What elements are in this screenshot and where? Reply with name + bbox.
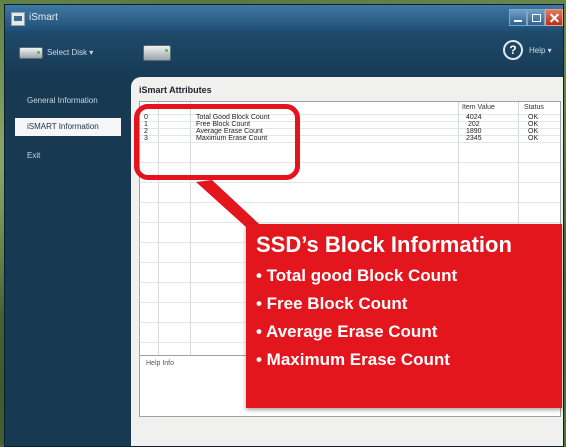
app-icon: [11, 12, 25, 26]
sidebar-item-general-information[interactable]: General Information: [15, 92, 121, 110]
row-divider: [140, 222, 560, 223]
sidebar-item-exit[interactable]: Exit: [15, 147, 121, 165]
help-icon[interactable]: ?: [503, 40, 523, 60]
section-title: iSmart Attributes: [139, 85, 212, 95]
callout-box: SSD’s Block Information • Total good Blo…: [246, 224, 562, 408]
callout-item: • Free Block Count: [256, 294, 408, 313]
row-status: OK: [528, 128, 539, 135]
row-divider: [140, 202, 560, 203]
callout-item: • Total good Block Count: [256, 266, 458, 285]
row-item-value: 4024: [466, 114, 482, 121]
row-item-value: 1890: [466, 128, 482, 135]
highlight-rectangle: [134, 104, 300, 180]
select-disk-label: Select Disk ▾: [47, 48, 94, 57]
window-title: iSmart: [29, 12, 58, 23]
title-bar[interactable]: iSmart: [5, 5, 563, 31]
callout-item: • Average Erase Count: [256, 322, 438, 341]
close-button[interactable]: [545, 9, 563, 26]
disk-icon: [19, 47, 43, 59]
minimize-button[interactable]: [509, 9, 527, 26]
column-header-item-value[interactable]: Item Value: [462, 104, 495, 111]
sidebar-item-ismart-information[interactable]: iSMART Information: [15, 118, 121, 136]
toolbar: Select Disk ▾ ? Help ▾: [5, 31, 563, 77]
row-status: OK: [528, 121, 539, 128]
column-header-status[interactable]: Status: [524, 104, 544, 111]
help-menu[interactable]: Help ▾: [529, 46, 552, 55]
row-item-value: 202: [468, 121, 480, 128]
maximize-button[interactable]: [527, 9, 545, 26]
row-item-value: 2345: [466, 135, 482, 142]
help-info-label: Help Info: [146, 360, 175, 367]
row-status: OK: [528, 135, 539, 142]
row-status: OK: [528, 114, 539, 121]
current-disk-icon: [143, 45, 171, 61]
row-divider: [140, 182, 560, 183]
callout-item: • Maximum Erase Count: [256, 350, 450, 369]
callout-title: SSD’s Block Information: [256, 232, 512, 257]
